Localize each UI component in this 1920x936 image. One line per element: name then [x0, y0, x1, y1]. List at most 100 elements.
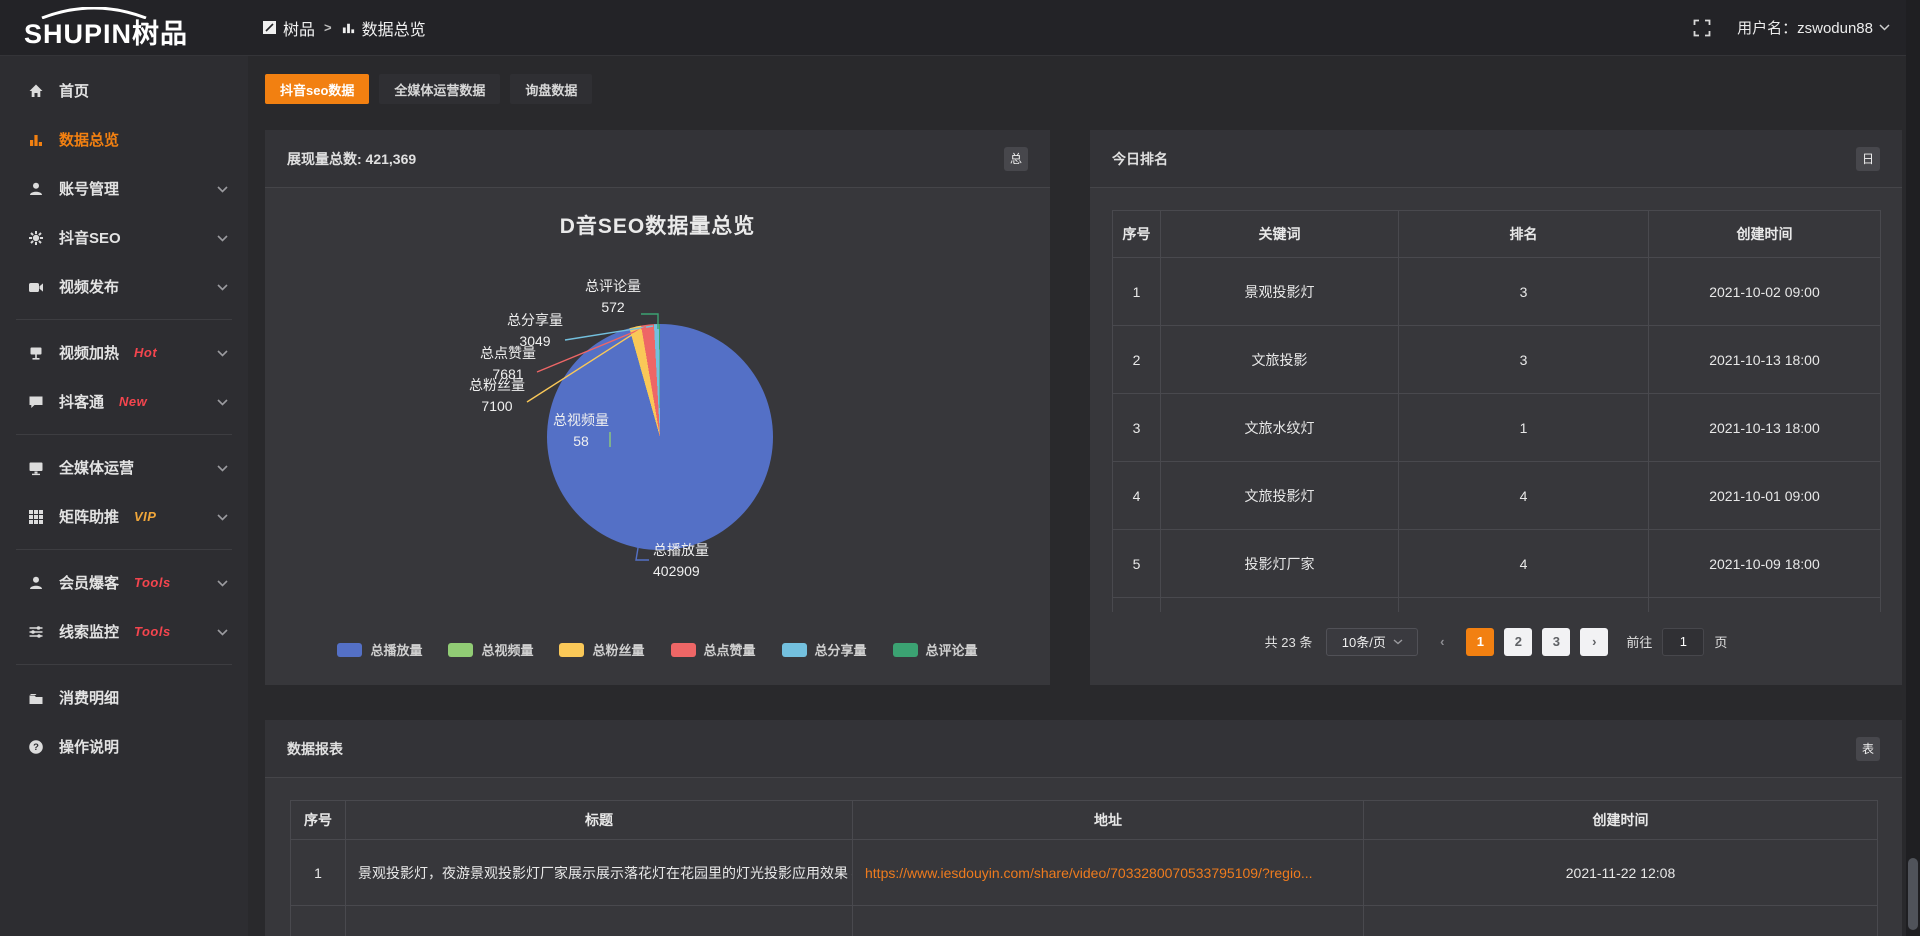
pie-chart: D音SEO数据量总览 总评论量572 总分享量3049 总点赞量7681 总粉丝… [265, 188, 1050, 685]
today-rank-panel: 今日排名 日 序号 关键词 排名 创建时间 1景观投影灯 32021-10-02… [1090, 130, 1902, 685]
grid-icon [26, 509, 46, 525]
report-panel-title: 数据报表 [287, 739, 343, 759]
tab-douyin-seo-data[interactable]: 抖音seo数据 [265, 74, 369, 104]
legend-swatch [782, 643, 807, 657]
table-row[interactable]: 2文旅投影 32021-10-13 18:00 [1113, 326, 1881, 394]
legend-item-comments[interactable]: 总评论量 [893, 640, 978, 659]
table-row-partial [291, 906, 1878, 936]
sidebar-item-help[interactable]: ? 操作说明 [0, 722, 248, 771]
table-row[interactable]: 5投影灯厂家 42021-10-09 18:00 [1113, 530, 1881, 598]
user-icon [26, 575, 46, 591]
app-icon [262, 20, 277, 35]
home-icon [26, 83, 46, 99]
goto-page-input[interactable]: 1 [1662, 628, 1704, 656]
sidebar-item-matrix-boost[interactable]: 矩阵助推 VIP [0, 492, 248, 541]
sidebar-item-member-burst[interactable]: 会员爆客 Tools [0, 558, 248, 607]
breadcrumb-current[interactable]: 数据总览 [341, 16, 426, 40]
chart-legend: 总播放量 总视频量 总粉丝量 总点赞量 总分享量 总评论量 [265, 640, 1050, 659]
tab-inquiry-data[interactable]: 询盘数据 [510, 74, 592, 104]
prev-page-button[interactable]: ‹ [1428, 628, 1456, 656]
bar-chart-icon [26, 132, 46, 148]
seo-data-panel: 展现量总数: 421,369 总 D音SEO数据量总览 总评论量572 总分享量… [265, 130, 1050, 685]
topbar-right: 用户名：zswodun88 [1693, 17, 1920, 38]
question-circle-icon: ? [26, 739, 46, 755]
chevron-down-icon [217, 229, 228, 246]
chevron-down-icon [217, 278, 228, 295]
sidebar-item-account[interactable]: 账号管理 [0, 164, 248, 213]
sidebar-item-video-heat[interactable]: 视频加热 Hot [0, 328, 248, 377]
legend-item-shares[interactable]: 总分享量 [782, 640, 867, 659]
sidebar-item-home[interactable]: 首页 [0, 66, 248, 115]
total-badge-button[interactable]: 总 [1004, 147, 1028, 171]
breadcrumb-separator: > [324, 20, 332, 35]
tools-badge: Tools [134, 624, 171, 639]
tools-badge: Tools [134, 575, 171, 590]
chevron-down-icon [217, 180, 228, 197]
sidebar: 首页 数据总览 账号管理 抖音SEO 视频发布 视频加热 Hot [0, 56, 248, 936]
fullscreen-icon[interactable] [1693, 19, 1711, 37]
rank-panel-title: 今日排名 [1112, 149, 1168, 169]
legend-item-plays[interactable]: 总播放量 [337, 640, 422, 659]
scrollbar-thumb[interactable] [1908, 858, 1918, 930]
chevron-down-icon [217, 393, 228, 410]
pie-label-comments: 总评论量572 [585, 276, 641, 318]
chart-title: D音SEO数据量总览 [265, 210, 1050, 240]
sidebar-item-doketong[interactable]: 抖客通 New [0, 377, 248, 426]
sidebar-item-douyin-seo[interactable]: 抖音SEO [0, 213, 248, 262]
vertical-scrollbar[interactable] [1906, 0, 1920, 936]
video-url-link[interactable]: https://www.iesdouyin.com/share/video/70… [853, 840, 1364, 906]
report-panel-header: 数据报表 表 [265, 720, 1902, 778]
top-bar: SHUPIN树品 树品 > 数据总览 用户名：zswodun88 [0, 0, 1920, 56]
sidebar-item-lead-monitor[interactable]: 线索监控 Tools [0, 607, 248, 656]
rank-table-header-row: 序号 关键词 排名 创建时间 [1113, 211, 1881, 258]
table-row[interactable]: 1景观投影灯 32021-10-02 09:00 [1113, 258, 1881, 326]
sidebar-divider [16, 549, 232, 550]
page-button-1[interactable]: 1 [1466, 628, 1494, 656]
video-camera-icon [26, 279, 46, 295]
chat-bubble-icon [26, 394, 46, 410]
chevron-down-icon [217, 623, 228, 640]
sidebar-divider [16, 434, 232, 435]
pagination-total: 共 23 条 [1265, 632, 1313, 651]
page-size-select[interactable]: 10条/页 [1326, 628, 1418, 656]
pie-label-videos: 总视频量58 [553, 410, 609, 452]
wallet-icon [26, 690, 46, 706]
legend-swatch [559, 643, 584, 657]
bar-chart-icon [341, 20, 356, 35]
table-row[interactable]: 1 景观投影灯，夜游景观投影灯厂家展示展示落花灯在花园里的灯光投影应用效果 # … [291, 840, 1878, 906]
table-row[interactable]: 3文旅水纹灯 12021-10-13 18:00 [1113, 394, 1881, 462]
chevron-down-icon [217, 344, 228, 361]
report-table-header-row: 序号 标题 地址 创建时间 [291, 801, 1878, 840]
username-label: 用户名：zswodun88 [1737, 17, 1873, 38]
sidebar-item-video-publish[interactable]: 视频发布 [0, 262, 248, 311]
data-report-panel: 数据报表 表 序号 标题 地址 创建时间 1 景观投影灯，夜游景观投影灯厂家展示… [265, 720, 1902, 936]
legend-item-likes[interactable]: 总点赞量 [671, 640, 756, 659]
chevron-down-icon [217, 508, 228, 525]
legend-item-videos[interactable]: 总视频量 [448, 640, 533, 659]
tab-media-ops-data[interactable]: 全媒体运营数据 [379, 74, 500, 104]
impressions-total: 展现量总数: 421,369 [287, 149, 416, 169]
hot-badge: Hot [134, 345, 157, 360]
legend-item-fans[interactable]: 总粉丝量 [559, 640, 644, 659]
breadcrumb: 树品 > 数据总览 [262, 16, 426, 40]
page-button-2[interactable]: 2 [1504, 628, 1532, 656]
sidebar-item-media-ops[interactable]: 全媒体运营 [0, 443, 248, 492]
day-badge-button[interactable]: 日 [1856, 147, 1880, 171]
sidebar-item-data-overview[interactable]: 数据总览 [0, 115, 248, 164]
sidebar-item-expense-detail[interactable]: 消费明细 [0, 673, 248, 722]
user-menu[interactable]: 用户名：zswodun88 [1737, 17, 1890, 38]
legend-swatch [671, 643, 696, 657]
table-badge-button[interactable]: 表 [1856, 737, 1880, 761]
legend-swatch [448, 643, 473, 657]
next-page-button[interactable]: › [1580, 628, 1608, 656]
page-button-3[interactable]: 3 [1542, 628, 1570, 656]
chevron-down-icon [1879, 24, 1890, 31]
logo-arc [38, 7, 150, 19]
chevron-down-icon [217, 574, 228, 591]
chevron-down-icon [217, 459, 228, 476]
report-table: 序号 标题 地址 创建时间 1 景观投影灯，夜游景观投影灯厂家展示展示落花灯在花… [290, 800, 1878, 936]
breadcrumb-root[interactable]: 树品 [262, 16, 315, 40]
svg-text:?: ? [33, 742, 39, 753]
goto-label: 前往 [1626, 632, 1652, 651]
table-row[interactable]: 4文旅投影灯 42021-10-01 09:00 [1113, 462, 1881, 530]
